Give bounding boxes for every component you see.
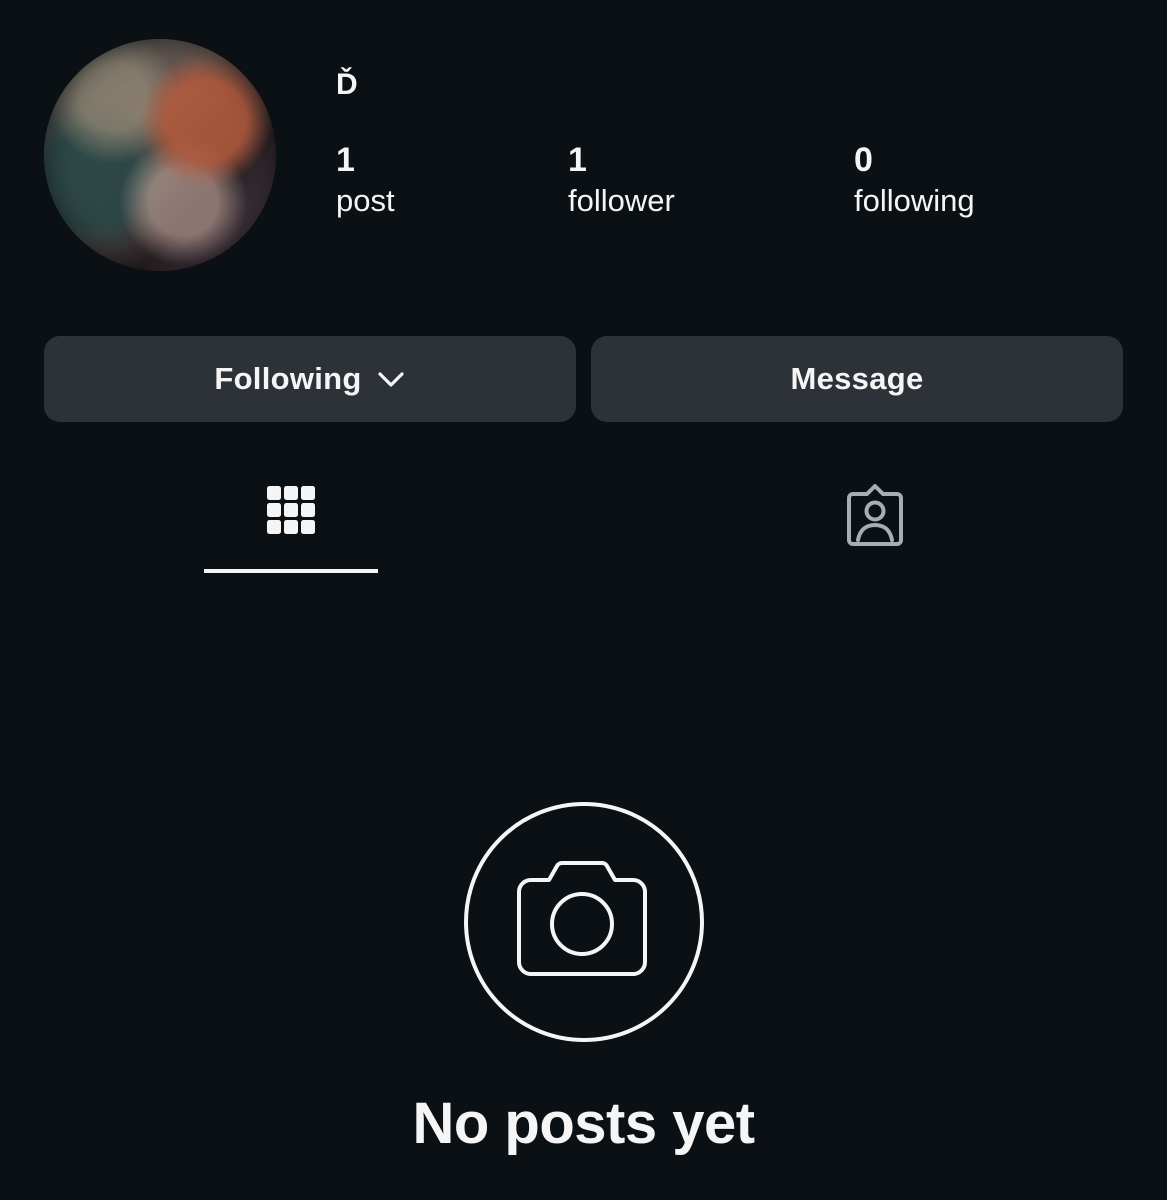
posts-count: 1 — [336, 141, 355, 179]
posts-label: post — [336, 183, 395, 218]
stat-followers[interactable]: 1 follower — [568, 140, 675, 222]
profile-username: Ď — [336, 68, 359, 101]
followers-count: 1 — [568, 141, 587, 179]
active-tab-indicator — [204, 569, 378, 573]
stat-following[interactable]: 0 following — [854, 140, 975, 222]
empty-state-title: No posts yet — [412, 1091, 755, 1156]
stat-posts[interactable]: 1 post — [336, 140, 395, 222]
chevron-down-icon — [378, 372, 404, 387]
tab-tagged[interactable] — [788, 474, 962, 574]
tab-posts-grid[interactable] — [204, 474, 378, 574]
following-label: following — [854, 183, 975, 218]
following-button-label: Following — [214, 361, 362, 396]
following-count: 0 — [854, 141, 873, 179]
message-button[interactable]: Message — [591, 336, 1123, 422]
avatar[interactable] — [44, 39, 276, 271]
followers-label: follower — [568, 183, 675, 218]
tagged-person-icon — [847, 484, 903, 546]
grid-icon — [267, 486, 315, 534]
following-button[interactable]: Following — [44, 336, 576, 422]
avatar-ring — [44, 39, 276, 271]
camera-icon — [517, 861, 647, 976]
message-button-label: Message — [790, 361, 924, 396]
